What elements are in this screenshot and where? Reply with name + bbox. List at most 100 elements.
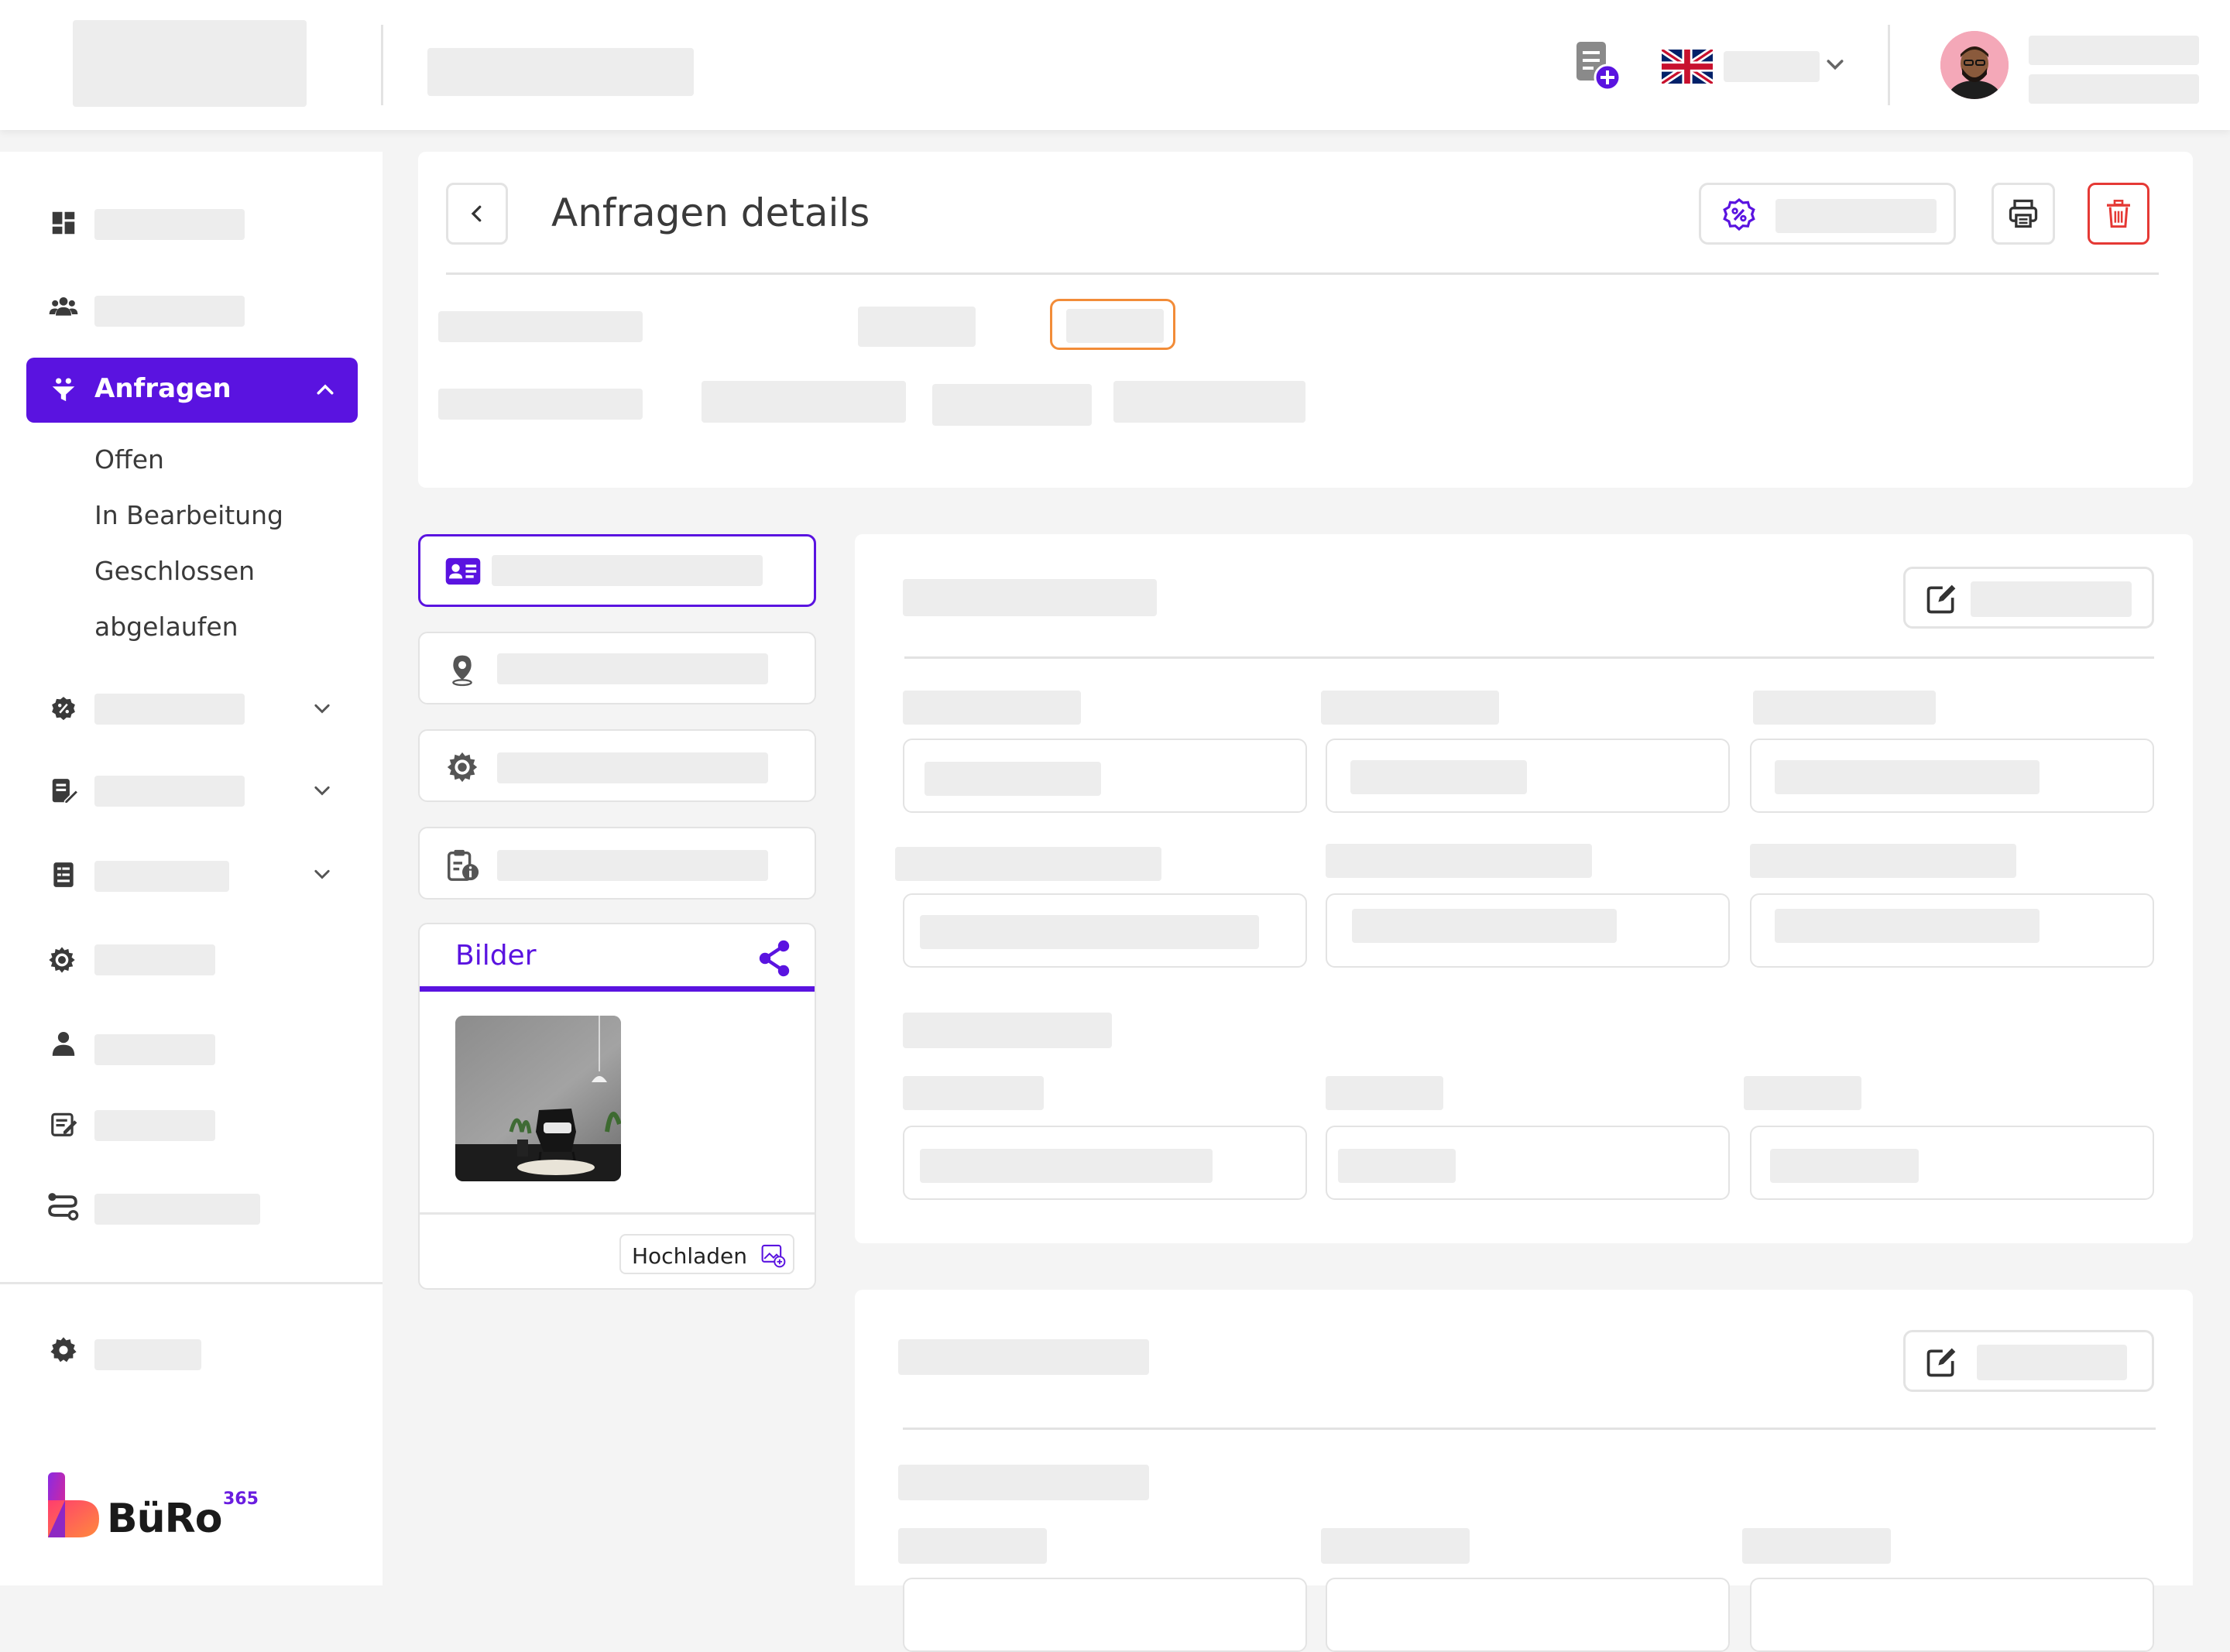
sidebar-item-label-placeholder[interactable]	[94, 944, 215, 975]
form-icon	[48, 1109, 79, 1140]
avatar[interactable]	[1940, 31, 2009, 99]
request-meta-label-placeholder	[438, 389, 643, 420]
form-field-input[interactable]	[1750, 1126, 2154, 1200]
status-badge	[1050, 299, 1175, 350]
sidebar-divider	[0, 1282, 383, 1284]
form-field-input[interactable]	[1326, 739, 1730, 813]
edit-button[interactable]	[1903, 1330, 2154, 1392]
section-tab-settings[interactable]	[418, 729, 816, 802]
share-icon[interactable]	[754, 937, 794, 980]
images-card-divider	[420, 1212, 815, 1215]
id-card-icon	[444, 555, 482, 588]
section-tab-label-placeholder	[492, 555, 763, 586]
request-meta-label-placeholder	[438, 311, 643, 342]
header-divider	[381, 25, 383, 105]
section-tab-label-placeholder	[497, 850, 768, 881]
upload-button[interactable]: Hochladen	[619, 1234, 794, 1274]
form-field-input[interactable]	[1326, 1578, 1730, 1652]
sidebar-subitem-offen[interactable]: Offen	[94, 444, 164, 475]
field-label-placeholder	[1321, 691, 1499, 725]
discount-action-button[interactable]	[1699, 183, 1956, 245]
form-field-input[interactable]	[903, 739, 1307, 813]
field-label-placeholder	[1326, 844, 1592, 878]
field-value-placeholder	[1775, 760, 2040, 794]
settings-cog-icon	[443, 748, 482, 787]
edit-button-label-placeholder	[1977, 1345, 2127, 1380]
funnel-icon	[48, 375, 79, 406]
field-value-placeholder	[925, 762, 1101, 796]
field-value-placeholder	[1338, 1149, 1456, 1183]
image-thumbnail[interactable]	[455, 1016, 621, 1181]
sidebar-subitem-geschlossen[interactable]: Geschlossen	[94, 556, 255, 586]
chevron-down-icon[interactable]	[308, 695, 336, 723]
clipboard-info-icon	[443, 845, 482, 884]
section-tab-label-placeholder	[497, 653, 768, 684]
field-value-placeholder	[1770, 1149, 1919, 1183]
user-name-placeholder	[2029, 36, 2199, 65]
field-value-placeholder	[920, 1149, 1213, 1183]
images-card-title-underline	[420, 986, 815, 992]
form-field-input[interactable]	[1326, 893, 1730, 968]
location-pin-icon	[444, 652, 480, 687]
chevron-down-icon[interactable]	[1821, 51, 1849, 79]
form-field-input[interactable]	[1750, 739, 2154, 813]
form-field-input[interactable]	[903, 1126, 1307, 1200]
discount-badge-icon	[48, 694, 79, 725]
chevron-up-icon[interactable]	[311, 376, 339, 404]
sidebar-subitem-in-bearbeitung[interactable]: In Bearbeitung	[94, 500, 283, 530]
field-label-placeholder	[898, 1528, 1047, 1564]
brand-logo-text: BüRo	[107, 1496, 222, 1542]
field-label-placeholder	[1321, 1528, 1470, 1564]
section-tab-info[interactable]	[418, 827, 816, 900]
sidebar-item-label-placeholder[interactable]	[94, 209, 245, 240]
sidebar-item-label-placeholder[interactable]	[94, 776, 245, 807]
sidebar: Anfragen Offen In Bearbeitung Geschlosse…	[0, 152, 383, 1585]
chevron-down-icon[interactable]	[308, 777, 336, 805]
dashboard-icon	[48, 207, 79, 238]
field-value-placeholder	[920, 915, 1259, 949]
back-button[interactable]	[446, 183, 508, 245]
field-label-placeholder	[895, 847, 1161, 881]
form-field-input[interactable]	[1750, 893, 2154, 968]
sidebar-item-label-placeholder[interactable]	[94, 296, 245, 327]
field-value-placeholder	[1352, 909, 1617, 943]
route-icon	[45, 1191, 81, 1222]
sidebar-item-anfragen[interactable]: Anfragen	[26, 358, 358, 423]
request-meta-value-placeholder	[702, 381, 906, 423]
field-label-placeholder	[903, 1076, 1044, 1110]
images-card-title: Bilder	[455, 940, 537, 972]
sidebar-item-label-placeholder[interactable]	[94, 1339, 201, 1370]
edit-icon	[1923, 1345, 1960, 1380]
settings-cog-icon	[45, 943, 79, 977]
sidebar-subitem-abgelaufen[interactable]: abgelaufen	[94, 612, 238, 642]
add-document-icon[interactable]	[1569, 39, 1623, 93]
request-meta-value-placeholder	[1113, 381, 1305, 423]
form-field-input[interactable]	[903, 1578, 1307, 1652]
sidebar-item-label-placeholder[interactable]	[94, 694, 245, 725]
form-field-input[interactable]	[1750, 1578, 2154, 1652]
uk-flag-icon[interactable]	[1662, 50, 1713, 84]
section-tab-location[interactable]	[418, 632, 816, 704]
field-label-placeholder	[1744, 1076, 1861, 1110]
app-logo-placeholder	[73, 20, 307, 107]
field-label-placeholder	[1750, 844, 2016, 878]
form-field-input[interactable]	[903, 893, 1307, 968]
request-meta-value-placeholder	[858, 307, 976, 347]
sidebar-item-label-placeholder[interactable]	[94, 1110, 215, 1141]
print-button[interactable]	[1992, 183, 2055, 245]
details-header-panel: Anfragen details	[418, 152, 2193, 488]
upload-button-label: Hochladen	[632, 1243, 748, 1269]
delete-button[interactable]	[2088, 183, 2149, 245]
brand-logo-superscript: 365	[223, 1489, 259, 1509]
language-label-placeholder[interactable]	[1724, 51, 1820, 82]
form-field-input[interactable]	[1326, 1126, 1730, 1200]
chevron-down-icon[interactable]	[308, 861, 336, 889]
sidebar-item-label-placeholder[interactable]	[94, 1194, 260, 1225]
sidebar-item-label-placeholder[interactable]	[94, 861, 229, 892]
status-badge-label-placeholder	[1066, 309, 1164, 343]
page-title: Anfragen details	[551, 190, 870, 235]
sidebar-item-label-placeholder[interactable]	[94, 1034, 215, 1065]
edit-button[interactable]	[1903, 567, 2154, 629]
card-title-placeholder	[903, 579, 1157, 616]
section-tab-contact[interactable]	[418, 534, 816, 607]
